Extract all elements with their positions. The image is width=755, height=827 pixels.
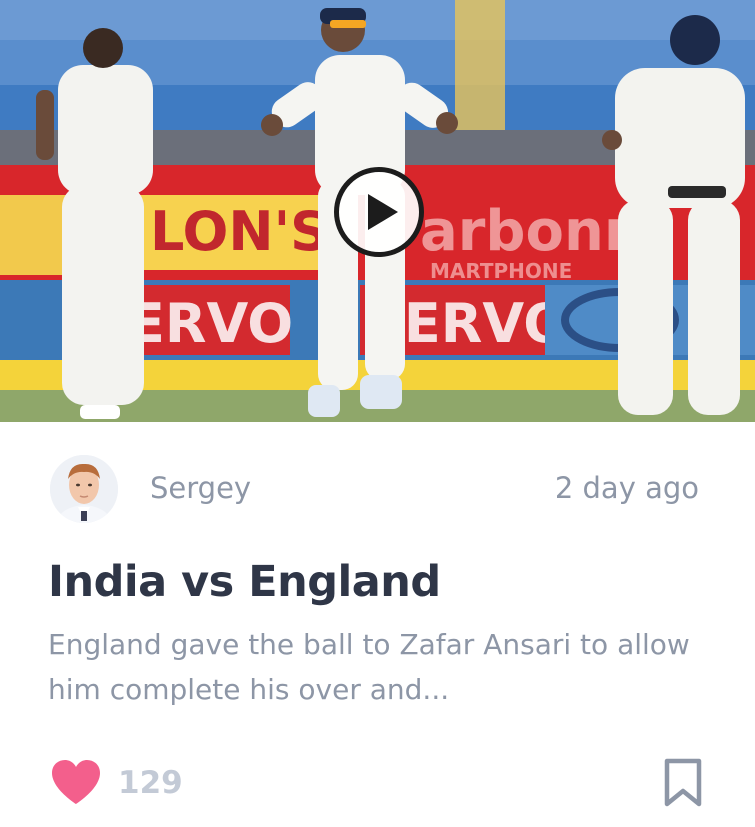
- author-avatar[interactable]: [50, 455, 118, 523]
- video-thumbnail[interactable]: LON'S arbonn MARTPHONE ERVO SERVO: [0, 0, 755, 422]
- svg-text:MARTPHONE: MARTPHONE: [430, 259, 572, 283]
- svg-text:arbonn: arbonn: [420, 199, 644, 264]
- play-button[interactable]: [334, 167, 424, 257]
- like-button[interactable]: [50, 758, 102, 806]
- like-count: 129: [118, 765, 183, 801]
- avatar-image: [50, 455, 118, 523]
- post-card: LON'S arbonn MARTPHONE ERVO SERVO Sergey…: [0, 0, 755, 827]
- bookmark-icon: [664, 758, 702, 807]
- author-name[interactable]: Sergey: [150, 468, 251, 508]
- svg-text:LON'S: LON'S: [150, 200, 329, 263]
- post-timestamp: 2 day ago: [554, 471, 699, 505]
- bookmark-button[interactable]: [663, 758, 703, 808]
- play-icon: [368, 194, 398, 230]
- svg-text:ERVO: ERVO: [128, 292, 293, 355]
- heart-icon: [52, 760, 100, 804]
- post-title[interactable]: India vs England: [48, 553, 441, 611]
- post-excerpt: England gave the ball to Zafar Ansari to…: [48, 628, 690, 706]
